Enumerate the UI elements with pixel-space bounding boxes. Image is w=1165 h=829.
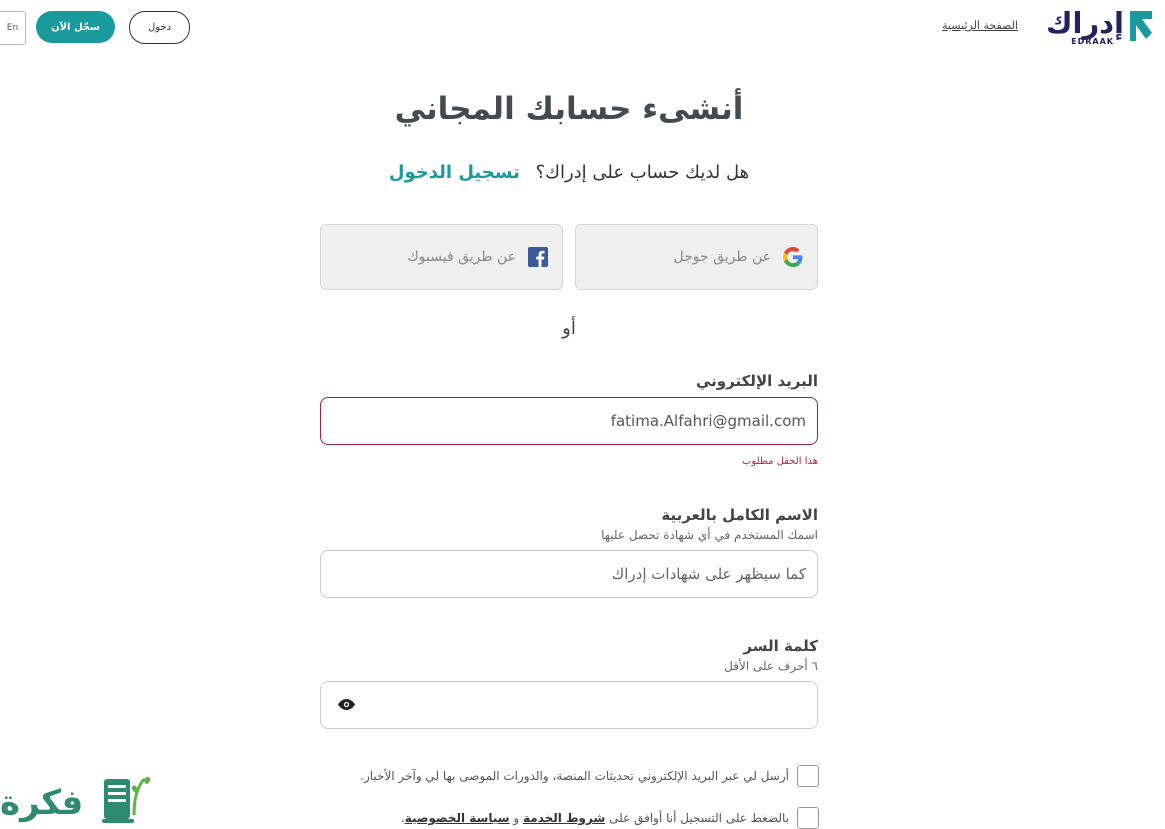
- facebook-signup-button[interactable]: عن طريق فيسبوك: [320, 224, 563, 290]
- terms-and: و: [513, 811, 520, 825]
- google-signup-button[interactable]: عن طريق جوجل: [575, 224, 818, 290]
- email-error-message: هذا الحقل مطلوب: [741, 456, 818, 467]
- newsletter-row: أرسل لي عبر البريد الإلكتروني تحديثات ال…: [320, 765, 819, 787]
- password-field[interactable]: [320, 681, 818, 729]
- newsletter-text: أرسل لي عبر البريد الإلكتروني تحديثات ال…: [360, 769, 789, 783]
- password-hint: ٦ أحرف على الأقل: [724, 659, 818, 673]
- full-name-hint: اسمك المستخدم في أي شهادة تحصل عليها: [601, 528, 818, 542]
- logo-wordmark: إدراك: [1045, 6, 1125, 40]
- page-title: أنشىء حسابك المجاني: [394, 91, 744, 127]
- edraak-logo[interactable]: إدراك EDRAAK: [1032, 5, 1154, 47]
- home-page-link[interactable]: الصفحة الرئيسية: [920, 19, 1018, 32]
- or-divider-text: أو: [562, 318, 576, 339]
- full-name-field[interactable]: كما سيظهر على شهادات إدراك: [320, 550, 818, 598]
- privacy-policy-link[interactable]: سياسة الخصوصية: [405, 811, 510, 825]
- google-signup-label: عن طريق جوجل: [673, 249, 772, 265]
- email-field[interactable]: fatima.Alfahri@gmail.com: [320, 397, 818, 445]
- show-password-eye-icon[interactable]: [338, 696, 355, 714]
- full-name-label: الاسم الكامل بالعربية: [661, 506, 818, 524]
- watermark-text: فكرة: [0, 783, 84, 823]
- email-field-value: fatima.Alfahri@gmail.com: [610, 412, 806, 430]
- full-name-placeholder: كما سيظهر على شهادات إدراك: [611, 565, 806, 583]
- book-plant-icon: [102, 776, 151, 823]
- signin-link[interactable]: تسجيل الدخول: [389, 162, 520, 183]
- terms-row: بالضغط على التسجيل أنا أوافق على شروط ال…: [320, 807, 819, 829]
- facebook-signup-label: عن طريق فيسبوك: [407, 249, 516, 265]
- signup-now-button[interactable]: سجّل الآن: [36, 11, 115, 43]
- terms-checkbox[interactable]: [797, 807, 819, 829]
- google-icon: [783, 247, 803, 267]
- newsletter-checkbox[interactable]: [797, 765, 819, 787]
- password-label: كلمة السر: [743, 637, 818, 655]
- facebook-icon: [528, 247, 548, 267]
- have-account-row: هل لديك حساب على إدراك؟ تسجيل الدخول: [0, 162, 1138, 183]
- logo-latin-text: EDRAAK: [1071, 37, 1114, 46]
- fikra-watermark: فكرة: [0, 765, 152, 827]
- login-button[interactable]: دخول: [129, 11, 190, 44]
- terms-of-service-link[interactable]: شروط الخدمة: [523, 811, 605, 825]
- email-label: البريد الإلكتروني: [696, 372, 818, 390]
- terms-prefix: بالضغط على التسجيل أنا أوافق على: [609, 811, 789, 825]
- language-toggle-button[interactable]: En: [0, 11, 26, 45]
- terms-text: بالضغط على التسجيل أنا أوافق على شروط ال…: [401, 811, 789, 825]
- logo-arrow-icon: [1130, 11, 1152, 41]
- have-account-text: هل لديك حساب على إدراك؟: [535, 162, 750, 183]
